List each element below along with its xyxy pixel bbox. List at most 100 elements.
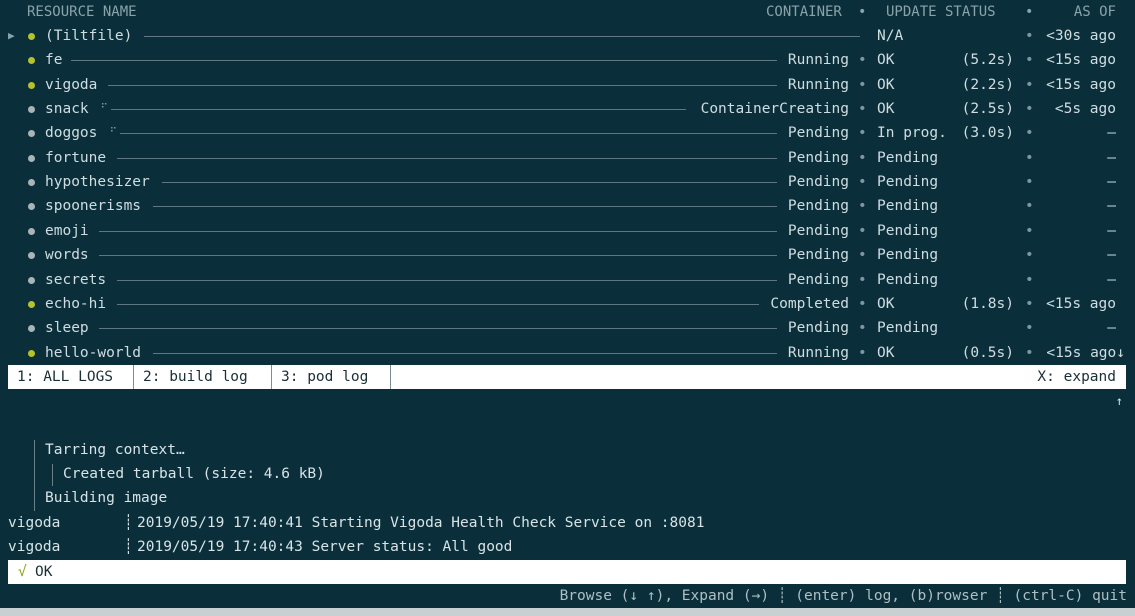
update-status: OK <box>877 101 895 117</box>
as-of-time: – <box>1107 247 1116 263</box>
resource-name: spoonerisms <box>45 198 142 214</box>
as-of-time: – <box>1107 150 1116 166</box>
selected-row-arrow-icon: ▶ <box>8 29 15 42</box>
column-separator: • <box>1025 247 1034 263</box>
as-of-time: <15s ago <box>1046 77 1116 93</box>
row-leader-line <box>116 280 778 281</box>
row-leader-line <box>110 109 687 110</box>
update-status: Pending <box>877 174 939 190</box>
column-separator: • <box>1025 198 1034 214</box>
update-status: OK <box>877 52 895 68</box>
status-dot-icon <box>28 277 35 284</box>
resource-name: vigoda <box>45 77 98 93</box>
status-dot-icon <box>28 33 35 40</box>
log-message: 2019/05/19 17:40:43 Server status: All g… <box>137 539 513 555</box>
header-as-of: AS OF <box>1073 4 1116 20</box>
update-status: Pending <box>877 223 939 239</box>
row-leader-line <box>162 182 778 183</box>
container-status: Pending <box>787 247 849 263</box>
status-dot-icon <box>28 203 35 210</box>
log-tarring-context: Tarring context… <box>45 442 185 458</box>
column-separator: • <box>1025 223 1034 239</box>
update-status: Pending <box>877 320 939 336</box>
as-of-time: – <box>1107 174 1116 190</box>
column-separator: • <box>858 320 867 336</box>
resource-row[interactable]: sleep Pending • Pending • – <box>0 316 1135 340</box>
header-container: CONTAINER <box>766 4 842 20</box>
column-separator: • <box>1025 150 1034 166</box>
as-of-time: <15s ago <box>1046 52 1116 68</box>
row-leader-line <box>153 206 778 207</box>
tab-all-logs[interactable]: 1: ALL LOGS <box>8 365 134 389</box>
column-separator: • <box>1025 52 1034 68</box>
update-status: Pending <box>877 272 939 288</box>
row-leader-line <box>98 255 778 256</box>
as-of-time: <15s ago <box>1046 296 1116 312</box>
log-source: vigoda <box>8 515 61 531</box>
container-status: Pending <box>787 174 849 190</box>
resource-row[interactable]: snack ⠋ ContainerCreating • OK (2.5s) • <5s ago <box>0 97 1135 121</box>
resource-row[interactable]: doggos ⠋ Pending • In prog. (3.0s) • – <box>0 121 1135 145</box>
column-separator: • <box>1025 345 1034 361</box>
expand-hint[interactable]: X: expand <box>1037 365 1116 389</box>
status-dot-icon <box>28 155 35 162</box>
status-dot-icon <box>28 130 35 137</box>
header-resource-name: RESOURCE NAME <box>27 4 137 20</box>
as-of-time: <30s ago <box>1046 28 1116 44</box>
log-tab-bar: 1: ALL LOGS 2: build log 3: pod log X: e… <box>8 365 1126 389</box>
status-dot-icon <box>28 301 35 308</box>
column-separator: • <box>858 52 867 68</box>
resource-name: fortune <box>45 150 107 166</box>
resource-row[interactable]: hello-world Running • OK (0.5s) • <15s ago↓ <box>0 341 1135 365</box>
column-separator: • <box>858 272 867 288</box>
column-separator: • <box>1025 296 1034 312</box>
row-leader-line <box>153 353 778 354</box>
status-dot-icon <box>28 228 35 235</box>
resource-row[interactable]: spoonerisms Pending • Pending • – <box>0 194 1135 218</box>
resource-row[interactable]: ▶ (Tiltfile) N/A • <30s ago <box>0 24 1135 48</box>
resource-row[interactable]: emoji Pending • Pending • – <box>0 219 1135 243</box>
spinner-icon: ⠋ <box>109 127 117 138</box>
build-duration: (1.8s) <box>961 296 1014 312</box>
resource-row[interactable]: vigoda Running • OK (2.2s) • <15s ago <box>0 73 1135 97</box>
log-created-tarball: Created tarball (size: 4.6 kB) <box>63 466 325 482</box>
row-leader-line <box>107 85 778 86</box>
resource-name: secrets <box>45 272 107 288</box>
row-leader-line <box>71 60 778 61</box>
resource-row[interactable]: fe Running • OK (5.2s) • <15s ago <box>0 48 1135 72</box>
as-of-time: <15s ago↓ <box>1046 345 1125 361</box>
resource-name: hypothesizer <box>45 174 150 190</box>
resource-row[interactable]: words Pending • Pending • – <box>0 243 1135 267</box>
container-status: Pending <box>787 320 849 336</box>
resource-row[interactable]: secrets Pending • Pending • – <box>0 268 1135 292</box>
resource-row[interactable]: fortune Pending • Pending • – <box>0 146 1135 170</box>
as-of-time: <5s ago <box>1054 101 1116 117</box>
column-separator: • <box>858 150 867 166</box>
build-duration: (2.2s) <box>961 77 1014 93</box>
as-of-time: – <box>1107 223 1116 239</box>
update-status: In prog. <box>877 125 947 141</box>
update-status: Pending <box>877 198 939 214</box>
resource-name: sleep <box>45 320 89 336</box>
resource-name: echo-hi <box>45 296 107 312</box>
tab-build-log[interactable]: 2: build log <box>134 365 272 389</box>
update-status: OK <box>877 296 895 312</box>
tab-pod-log[interactable]: 3: pod log <box>272 365 391 389</box>
resource-name: words <box>45 247 89 263</box>
as-of-time: – <box>1107 272 1116 288</box>
scroll-up-indicator[interactable]: ↑ <box>1116 389 1123 413</box>
row-leader-line <box>98 231 778 232</box>
column-separator: • <box>858 174 867 190</box>
spinner-icon: ⠋ <box>100 103 108 114</box>
column-separator: • <box>1025 77 1034 93</box>
resource-row[interactable]: echo-hi Completed • OK (1.8s) • <15s ago <box>0 292 1135 316</box>
status-dot-icon <box>28 57 35 64</box>
container-status: Pending <box>787 198 849 214</box>
container-status: Pending <box>787 125 849 141</box>
header-separator: • <box>858 4 867 20</box>
status-dot-icon <box>28 252 35 259</box>
resource-row[interactable]: hypothesizer Pending • Pending • – <box>0 170 1135 194</box>
column-separator: • <box>1025 28 1034 44</box>
update-status: OK <box>877 77 895 93</box>
as-of-time: – <box>1107 198 1116 214</box>
